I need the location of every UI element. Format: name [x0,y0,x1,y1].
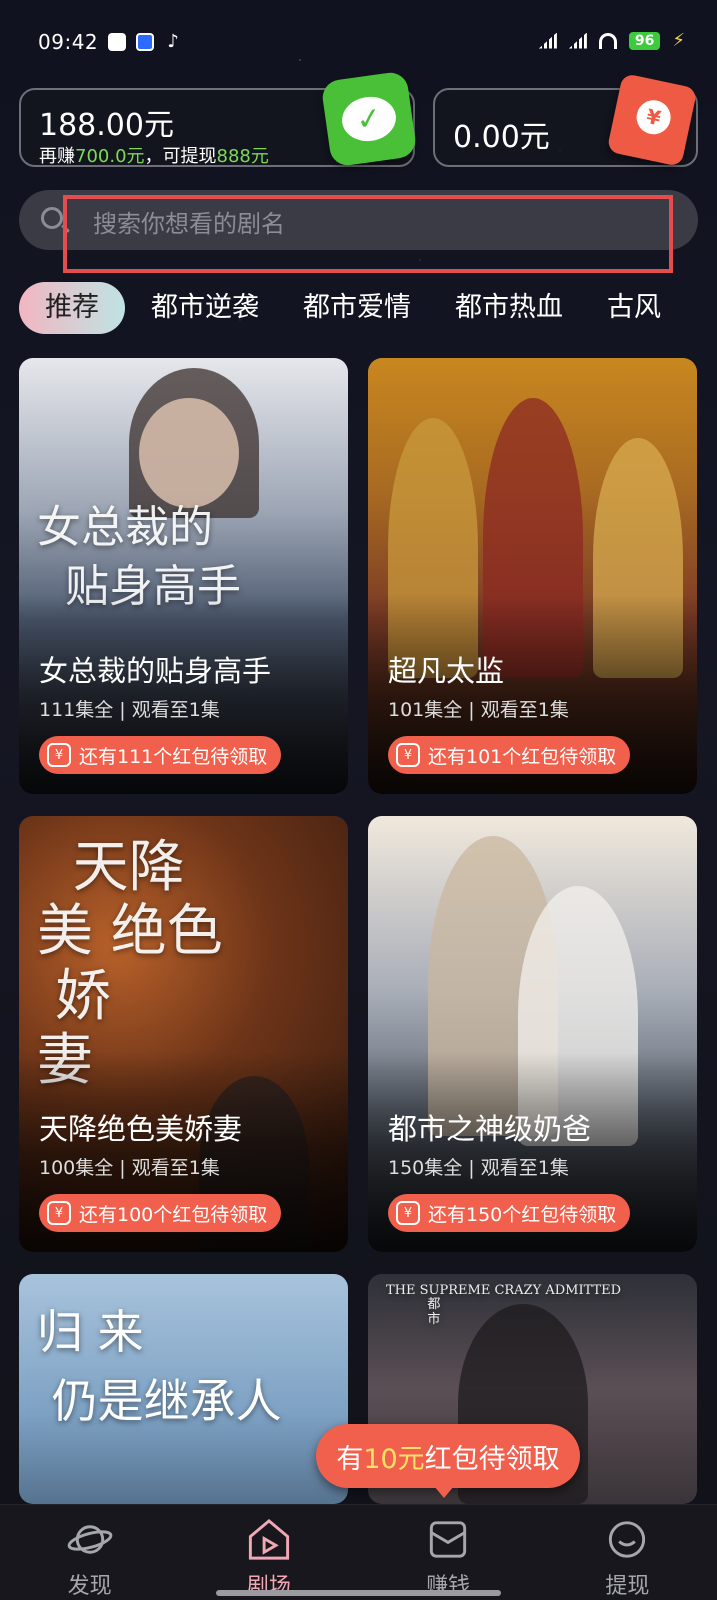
nav-withdraw[interactable]: 提现 [538,1505,717,1600]
search-highlight-box [63,195,673,273]
battery-level: 96 [628,31,661,50]
tab-urban-romance[interactable]: 都市爱情 [303,282,411,334]
smile-coin-icon [609,1521,646,1558]
reward-button[interactable]: ¥ 还有100个红包待领取 [39,1194,282,1232]
nav-discover[interactable]: 发现 [0,1505,179,1600]
drama-title: 超凡太监 [388,654,505,688]
red-envelope-small-icon: ¥ [47,1201,71,1225]
drama-card[interactable]: 天降 美 绝色 娇 妻 天降绝色美娇妻 100集全 | 观看至1集 ¥ 还有10… [19,816,348,1252]
drama-meta: 111集全 | 观看至1集 [39,699,220,721]
drama-title: 天降绝色美娇妻 [39,1112,243,1146]
signal-icon-2 [568,32,587,49]
drama-title: 女总裁的贴身高手 [39,654,272,688]
category-tabs: 推荐 都市逆袭 都市爱情 都市热血 古风 [19,282,717,334]
red-envelope-amount: 0.00元 [453,120,550,155]
wallet-sub-withdraw: 888元 [216,146,269,167]
poster-title-art: 归 来 仍是继承人 [37,1305,282,1428]
reward-button[interactable]: ¥ 还有111个红包待领取 [39,736,282,774]
tiktok-notification-icon: ♪ [167,31,179,52]
floating-reward-banner[interactable]: 有 10元 红包待领取 [316,1424,580,1498]
reward-text: 还有150个红包待领取 [428,1203,617,1226]
reward-button[interactable]: ¥ 还有150个红包待领取 [388,1194,631,1232]
wallet-subtitle: 再赚700.0元，可提现888元 [39,142,269,168]
drama-card[interactable]: 都市之神级奶爸 150集全 | 观看至1集 ¥ 还有150个红包待领取 [368,816,697,1252]
status-right: 96 ⚡ [538,30,685,51]
charging-icon: ⚡ [672,30,685,51]
float-reward-amount: 10元 [363,1443,425,1475]
nav-label: 提现 [605,1574,650,1599]
envelope-icon [429,1521,467,1558]
reward-text: 还有100个红包待领取 [79,1203,268,1226]
red-envelope-small-icon: ¥ [47,743,71,767]
reward-button[interactable]: ¥ 还有101个红包待领取 [388,736,631,774]
wifi-icon [598,32,617,49]
red-envelope-small-icon: ¥ [396,1201,420,1225]
nav-label: 发现 [67,1574,112,1599]
nav-theater[interactable]: 剧场 [179,1505,358,1600]
planet-icon [67,1525,112,1554]
tab-urban-comeback[interactable]: 都市逆袭 [151,282,259,334]
drama-meta: 150集全 | 观看至1集 [388,1157,569,1179]
theater-icon [248,1518,289,1560]
drama-card[interactable]: 超凡太监 101集全 | 观看至1集 ¥ 还有101个红包待领取 [368,358,697,794]
wallet-amount: 188.00元 [39,108,174,143]
search-icon [41,207,63,229]
nav-earn[interactable]: 赚钱 [359,1505,538,1600]
tab-recommend[interactable]: 推荐 [19,282,125,334]
status-time: 09:42 [38,30,99,54]
camera-notification-icon [108,33,127,51]
drama-card[interactable]: 归 来 仍是继承人 [19,1274,348,1504]
bottom-nav: 发现 剧场 赚钱 提现 [0,1504,717,1600]
poster-face [139,398,239,508]
wechat-pay-icon[interactable]: ✓ [320,70,418,168]
red-envelope-icon[interactable]: ¥ [606,72,698,168]
signal-icon [538,32,557,49]
yuan-coin-icon: ¥ [633,97,674,138]
wallet-sub-prefix: 再赚 [39,146,75,167]
drama-meta: 100集全 | 观看至1集 [39,1157,220,1179]
status-bar: 09:42 ♪ 96 ⚡ [0,0,717,80]
poster-title-art: THE SUPREME CRAZY ADMITTED 都 市 [386,1283,622,1327]
home-indicator [216,1590,501,1596]
drama-card[interactable]: 女总裁的 贴身高手 女总裁的贴身高手 111集全 | 观看至1集 ¥ 还有111… [19,358,348,794]
status-left: 09:42 ♪ [38,30,182,54]
red-envelope-small-icon: ¥ [396,743,420,767]
tab-urban-action[interactable]: 都市热血 [455,282,563,334]
wallet-sub-mid: ，可提现 [144,146,217,167]
app-notification-icon [136,33,155,51]
float-reward-prefix: 有 [336,1443,364,1475]
wallet-sub-earn: 700.0元 [75,146,145,167]
drama-meta: 101集全 | 观看至1集 [388,699,569,721]
reward-text: 还有111个红包待领取 [79,745,268,768]
tab-ancient-style[interactable]: 古风 [607,282,661,334]
float-reward-suffix: 红包待领取 [424,1443,560,1475]
reward-text: 还有101个红包待领取 [428,745,617,768]
drama-title: 都市之神级奶爸 [388,1112,592,1146]
checkmark-icon: ✓ [339,93,399,145]
